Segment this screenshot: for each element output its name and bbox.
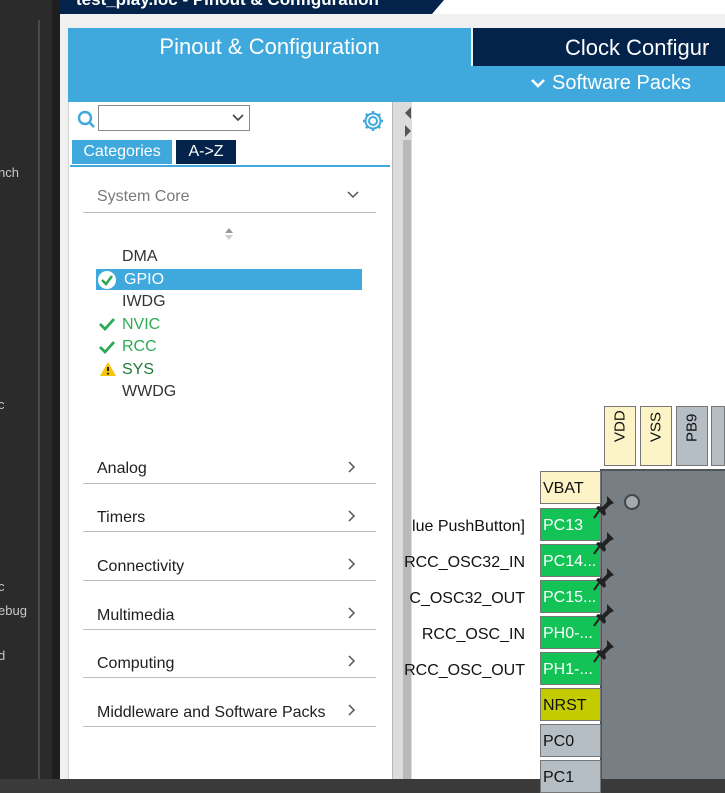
pin-label: VDD xyxy=(611,410,629,442)
splitter-handle[interactable] xyxy=(403,140,411,779)
pin-top[interactable]: VSS xyxy=(640,406,672,466)
chevron-right-icon[interactable] xyxy=(346,654,358,668)
check-icon xyxy=(99,318,115,331)
pushpin-icon[interactable] xyxy=(592,494,616,520)
pin-top[interactable] xyxy=(711,406,725,466)
category-analog[interactable]: Analog xyxy=(97,460,147,478)
category-connectivity[interactable]: Connectivity xyxy=(97,558,184,576)
pin1-marker xyxy=(624,494,640,510)
title-arrow-shape xyxy=(432,0,444,14)
pin-signal-label: RCC_OSC_OUT xyxy=(404,662,525,679)
bg-text-fragment: c xyxy=(0,579,5,594)
search-combobox[interactable] xyxy=(98,105,250,131)
category-timers[interactable]: Timers xyxy=(97,509,145,527)
bg-text-fragment: nch xyxy=(0,165,19,180)
bg-text-fragment: d xyxy=(0,648,6,663)
category-computing[interactable]: Computing xyxy=(97,655,174,673)
window-gutter xyxy=(52,0,60,779)
categories-view-button[interactable]: Categories xyxy=(72,140,172,164)
list-item-dma[interactable]: DMA xyxy=(122,248,158,266)
pin-signal-label: RCC_OSC32_IN xyxy=(404,554,525,571)
category-system-core[interactable]: System Core xyxy=(97,188,189,206)
list-item-sys[interactable]: SYS xyxy=(122,361,154,379)
category-divider xyxy=(83,726,376,727)
search-icon[interactable] xyxy=(76,110,96,130)
pin-pc1[interactable]: PC1 xyxy=(540,760,601,793)
title-tab[interactable]: test_play.ioc - Pinout & Configuration xyxy=(60,0,432,14)
chevron-down-icon xyxy=(531,78,545,88)
pin-signal-label: lue PushButton] xyxy=(412,518,525,535)
list-item-rcc[interactable]: RCC xyxy=(122,338,157,356)
sort-icon[interactable] xyxy=(223,226,235,242)
pushpin-icon[interactable] xyxy=(592,602,616,628)
pin-nrst[interactable]: NRST xyxy=(540,688,601,721)
pin-label: PB9 xyxy=(683,413,701,442)
view-tab-underline xyxy=(70,165,390,167)
pushpin-icon[interactable] xyxy=(592,530,616,556)
list-item-iwdg[interactable]: IWDG xyxy=(122,293,166,311)
category-divider xyxy=(83,629,376,630)
chevron-right-icon[interactable] xyxy=(346,509,358,523)
category-divider xyxy=(83,580,376,581)
tab-clock-configuration[interactable]: Clock Configur xyxy=(473,28,725,66)
list-item-gpio[interactable]: GPIO xyxy=(124,271,164,289)
tab-pinout-configuration[interactable]: Pinout & Configuration xyxy=(68,28,471,66)
pin-signal-label: RCC_OSC_IN xyxy=(421,626,525,643)
software-packs-label: Software Packs xyxy=(552,72,691,94)
category-middleware[interactable]: Middleware and Software Packs xyxy=(97,704,326,722)
mcu-chip-body xyxy=(600,469,725,779)
gear-icon[interactable] xyxy=(361,109,385,133)
pin-signal-label: C_OSC32_OUT xyxy=(409,590,525,607)
pin-pc0[interactable]: PC0 xyxy=(540,724,601,757)
list-item-wwdg[interactable]: WWDG xyxy=(122,383,176,401)
expand-right-icon[interactable] xyxy=(404,124,412,138)
chevron-down-icon[interactable] xyxy=(346,189,360,201)
bg-text-fragment: ebug xyxy=(0,603,27,618)
category-divider xyxy=(83,531,376,532)
category-divider xyxy=(83,677,376,678)
chevron-right-icon[interactable] xyxy=(346,557,358,571)
chevron-right-icon[interactable] xyxy=(346,606,358,620)
window-title: test_play.ioc - Pinout & Configuration xyxy=(76,0,379,10)
pushpin-icon[interactable] xyxy=(592,638,616,664)
chevron-right-icon[interactable] xyxy=(346,703,358,717)
chevron-right-icon[interactable] xyxy=(346,460,358,474)
category-divider xyxy=(83,483,376,484)
category-divider xyxy=(83,212,376,213)
pushpin-icon[interactable] xyxy=(592,566,616,592)
check-icon xyxy=(99,341,115,354)
collapse-left-icon[interactable] xyxy=(404,106,412,120)
category-multimedia[interactable]: Multimedia xyxy=(97,607,174,625)
pin-label: VSS xyxy=(647,411,665,442)
chevron-down-icon[interactable] xyxy=(230,110,246,126)
pin-top[interactable]: PB9 xyxy=(676,406,708,466)
warning-icon xyxy=(100,362,116,376)
az-view-button[interactable]: A->Z xyxy=(176,140,236,164)
software-packs-menu[interactable]: Software Packs xyxy=(530,72,691,95)
background-window-strip: nch c c ebug d xyxy=(0,0,52,779)
pin-top[interactable]: VDD xyxy=(604,406,636,466)
bg-text-fragment: c xyxy=(0,397,5,412)
check-circle-icon xyxy=(98,271,116,289)
list-item-nvic[interactable]: NVIC xyxy=(122,316,160,334)
